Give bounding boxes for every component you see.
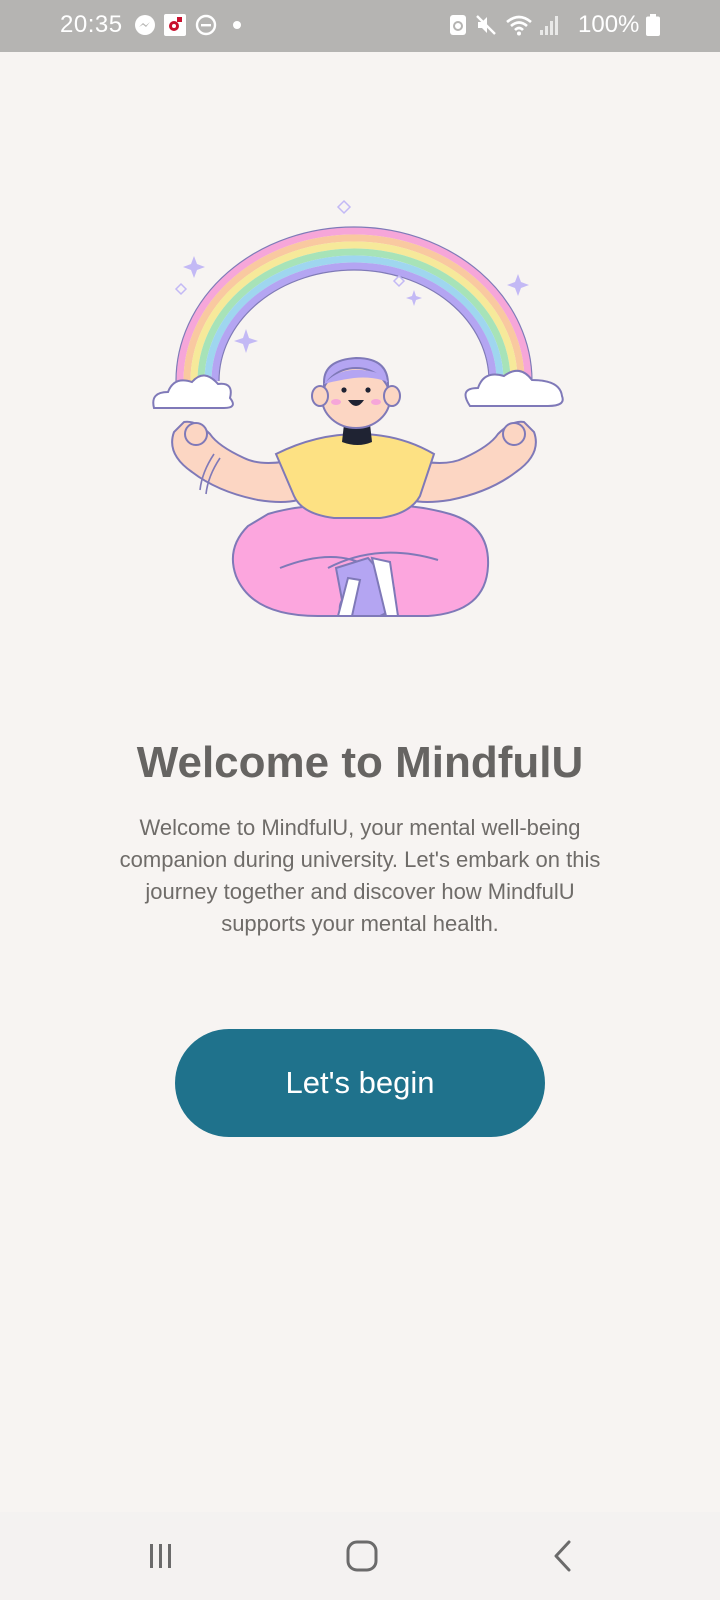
navigation-bar: [0, 1512, 720, 1600]
messenger-icon: [135, 15, 155, 35]
back-button[interactable]: [534, 1532, 594, 1580]
meditation-illustration: [152, 199, 564, 617]
back-icon: [554, 1540, 571, 1572]
recent-apps-button[interactable]: [131, 1532, 191, 1580]
lets-begin-button[interactable]: Let's begin: [175, 1029, 545, 1137]
welcome-title: Welcome to MindfulU: [136, 738, 584, 787]
dot-icon: [233, 21, 241, 29]
recent-apps-icon: [150, 1544, 171, 1568]
nfc-icon: [450, 15, 466, 35]
signal-icon: [540, 16, 558, 35]
do-not-disturb-icon: [195, 14, 217, 36]
mute-icon: [476, 15, 496, 35]
figure-shirt: [274, 432, 436, 519]
welcome-screen: 20:35 100% Welcome to MindfulU Welcome t…: [0, 0, 720, 1600]
battery-icon: [646, 14, 660, 36]
home-icon: [346, 1540, 378, 1572]
lets-begin-button-label: Let's begin: [285, 1065, 435, 1100]
battery-percent: 100%: [578, 11, 640, 38]
home-button[interactable]: [332, 1532, 392, 1580]
figure-head: [311, 356, 401, 429]
status-bar: 20:35 100%: [0, 0, 720, 52]
figure-legs: [232, 504, 490, 617]
status-time: 20:35: [60, 11, 123, 38]
app-notification-icon: [164, 14, 186, 36]
welcome-description: Welcome to MindfulU, your mental well-be…: [119, 815, 601, 936]
wifi-icon: [506, 15, 532, 36]
